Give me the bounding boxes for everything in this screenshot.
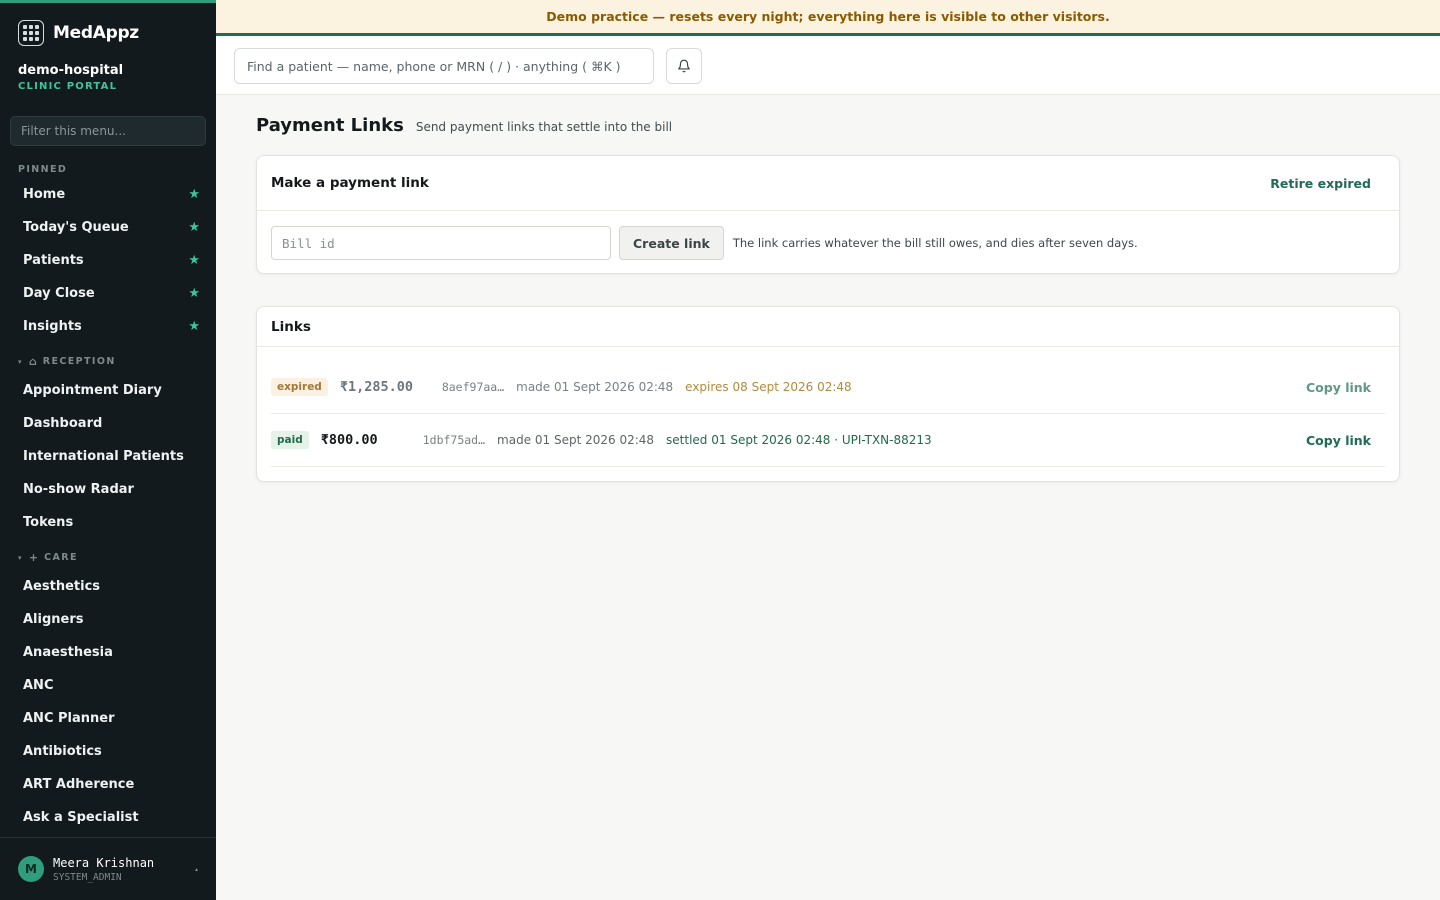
sidebar-item-anc[interactable]: ANC	[0, 669, 216, 702]
card-title: Links	[271, 318, 311, 335]
topbar	[216, 38, 1440, 95]
card-header: Make a payment link Retire expired	[257, 156, 1399, 211]
star-icon[interactable]: ★	[188, 319, 200, 334]
sidebar-item-tokens[interactable]: Tokens	[0, 506, 216, 539]
org-subtitle: CLINIC PORTAL	[18, 81, 118, 92]
avatar: M	[18, 856, 44, 882]
demo-banner: Demo practice — resets every night; ever…	[216, 0, 1440, 36]
sidebar: MedAppz demo-hospital CLINIC PORTAL PINN…	[0, 0, 216, 900]
sidebar-item-international-patients[interactable]: International Patients	[0, 440, 216, 473]
sidebar-item-aligners[interactable]: Aligners	[0, 603, 216, 636]
link-row: expired ₹1,285.00 8aef97aa… made 01 Sept…	[271, 361, 1385, 414]
section-toggle-reception[interactable]: ▾ ⌂ RECEPTION	[0, 355, 216, 369]
brand[interactable]: MedAppz	[18, 20, 139, 46]
star-icon[interactable]: ★	[188, 220, 200, 235]
page-subtitle: Send payment links that settle into the …	[415, 120, 673, 134]
link-amount: ₹800.00	[320, 432, 378, 448]
sidebar-item-label: Anaesthesia	[23, 645, 113, 660]
status-badge: expired	[271, 378, 328, 396]
home-icon: ⌂	[28, 355, 37, 368]
sidebar-item-day-close[interactable]: Day Close ★	[0, 277, 216, 310]
copy-link-button[interactable]: Copy link	[1306, 380, 1371, 395]
sidebar-item-insights[interactable]: Insights ★	[0, 310, 216, 343]
user-role: SYSTEM_ADMIN	[53, 871, 122, 883]
sidebar-item-label: Tokens	[23, 515, 74, 530]
link-expiry: expires 08 Sept 2026 02:48	[685, 380, 852, 394]
page-title: Payment Links	[256, 115, 404, 136]
link-made-date: made 01 Sept 2026 02:48	[516, 380, 674, 394]
sidebar-item-ask-a-specialist[interactable]: Ask a Specialist	[0, 801, 216, 834]
user-menu[interactable]: M Meera Krishnan SYSTEM_ADMIN ▴	[0, 837, 216, 900]
retire-expired-button[interactable]: Retire expired	[1270, 176, 1371, 191]
sidebar-item-anaesthesia[interactable]: Anaesthesia	[0, 636, 216, 669]
section-label-care: CARE	[44, 552, 78, 563]
org-info: demo-hospital CLINIC PORTAL	[18, 63, 123, 92]
sidebar-item-label: ART Adherence	[23, 777, 135, 792]
sidebar-item-label: ANC	[23, 678, 54, 693]
status-badge: paid	[271, 431, 309, 449]
create-link-button[interactable]: Create link	[619, 226, 724, 260]
star-icon[interactable]: ★	[188, 253, 200, 268]
caret-down-icon: ▾	[18, 358, 23, 366]
card-title: Make a payment link	[271, 175, 429, 191]
patient-search-input[interactable]	[234, 48, 654, 84]
plus-icon: +	[28, 551, 39, 564]
user-info: Meera Krishnan SYSTEM_ADMIN	[53, 856, 154, 883]
sidebar-item-todays-queue[interactable]: Today's Queue ★	[0, 211, 216, 244]
link-settlement: settled 01 Sept 2026 02:48 · UPI-TXN-882…	[666, 433, 932, 447]
section-label-pinned: PINNED	[18, 164, 68, 175]
link-row: paid ₹800.00 1dbf75ad… made 01 Sept 2026…	[271, 414, 1385, 467]
user-name: Meera Krishnan	[53, 855, 155, 870]
sidebar-item-label: Insights	[23, 319, 82, 334]
bill-id-input[interactable]	[271, 226, 611, 260]
sidebar-item-appointment-diary[interactable]: Appointment Diary	[0, 374, 216, 407]
caret-down-icon: ▾	[18, 554, 23, 562]
make-link-form: Create link The link carries whatever th…	[257, 211, 1399, 275]
section-label-reception: RECEPTION	[42, 356, 116, 367]
make-link-hint: The link carries whatever the bill still…	[732, 236, 1138, 250]
sidebar-item-label: International Patients	[23, 449, 184, 464]
make-link-card: Make a payment link Retire expired Creat…	[256, 155, 1400, 274]
sidebar-item-label: Patients	[23, 253, 84, 268]
link-id: 8aef97aa…	[441, 380, 505, 394]
sidebar-item-label: Ask a Specialist	[23, 810, 139, 825]
sidebar-item-label: Dashboard	[23, 416, 103, 431]
links-list: expired ₹1,285.00 8aef97aa… made 01 Sept…	[257, 361, 1399, 467]
menu-filter-input[interactable]	[10, 116, 206, 146]
link-id: 1dbf75ad…	[422, 433, 486, 447]
sidebar-item-anc-planner[interactable]: ANC Planner	[0, 702, 216, 735]
card-header: Links	[257, 307, 1399, 347]
sidebar-item-label: Day Close	[23, 286, 95, 301]
brand-logo-icon	[18, 20, 44, 46]
section-toggle-care[interactable]: ▾ + CARE	[0, 551, 216, 565]
links-card: Links expired ₹1,285.00 8aef97aa… made 0…	[256, 306, 1400, 482]
caret-up-icon[interactable]: ▴	[195, 866, 198, 873]
sidebar-item-label: Appointment Diary	[23, 383, 162, 398]
star-icon[interactable]: ★	[188, 187, 200, 202]
notifications-button[interactable]	[666, 48, 702, 84]
org-name: demo-hospital	[18, 63, 124, 78]
sidebar-item-label: No-show Radar	[23, 482, 134, 497]
sidebar-item-label: Today's Queue	[23, 220, 129, 235]
sidebar-item-art-adherence[interactable]: ART Adherence	[0, 768, 216, 801]
sidebar-nav: PINNED Home ★ Today's Queue ★ Patients ★ Da…	[0, 163, 216, 834]
sidebar-item-label: Home	[23, 187, 66, 202]
brand-name: MedAppz	[53, 23, 139, 43]
sidebar-item-no-show-radar[interactable]: No-show Radar	[0, 473, 216, 506]
sidebar-item-label: Aligners	[23, 612, 84, 627]
sidebar-item-label: ANC Planner	[23, 711, 115, 726]
page-header: Payment Links Send payment links that se…	[256, 115, 672, 136]
sidebar-item-label: Antibiotics	[23, 744, 102, 759]
sidebar-item-patients[interactable]: Patients ★	[0, 244, 216, 277]
bell-icon	[678, 59, 690, 73]
sidebar-item-label: Aesthetics	[23, 579, 101, 594]
link-amount: ₹1,285.00	[339, 379, 413, 395]
link-made-date: made 01 Sept 2026 02:48	[497, 433, 655, 447]
sidebar-item-home[interactable]: Home ★	[0, 178, 216, 211]
sidebar-item-antibiotics[interactable]: Antibiotics	[0, 735, 216, 768]
star-icon[interactable]: ★	[188, 286, 200, 301]
copy-link-button[interactable]: Copy link	[1306, 433, 1371, 448]
sidebar-item-dashboard[interactable]: Dashboard	[0, 407, 216, 440]
sidebar-item-aesthetics[interactable]: Aesthetics	[0, 570, 216, 603]
